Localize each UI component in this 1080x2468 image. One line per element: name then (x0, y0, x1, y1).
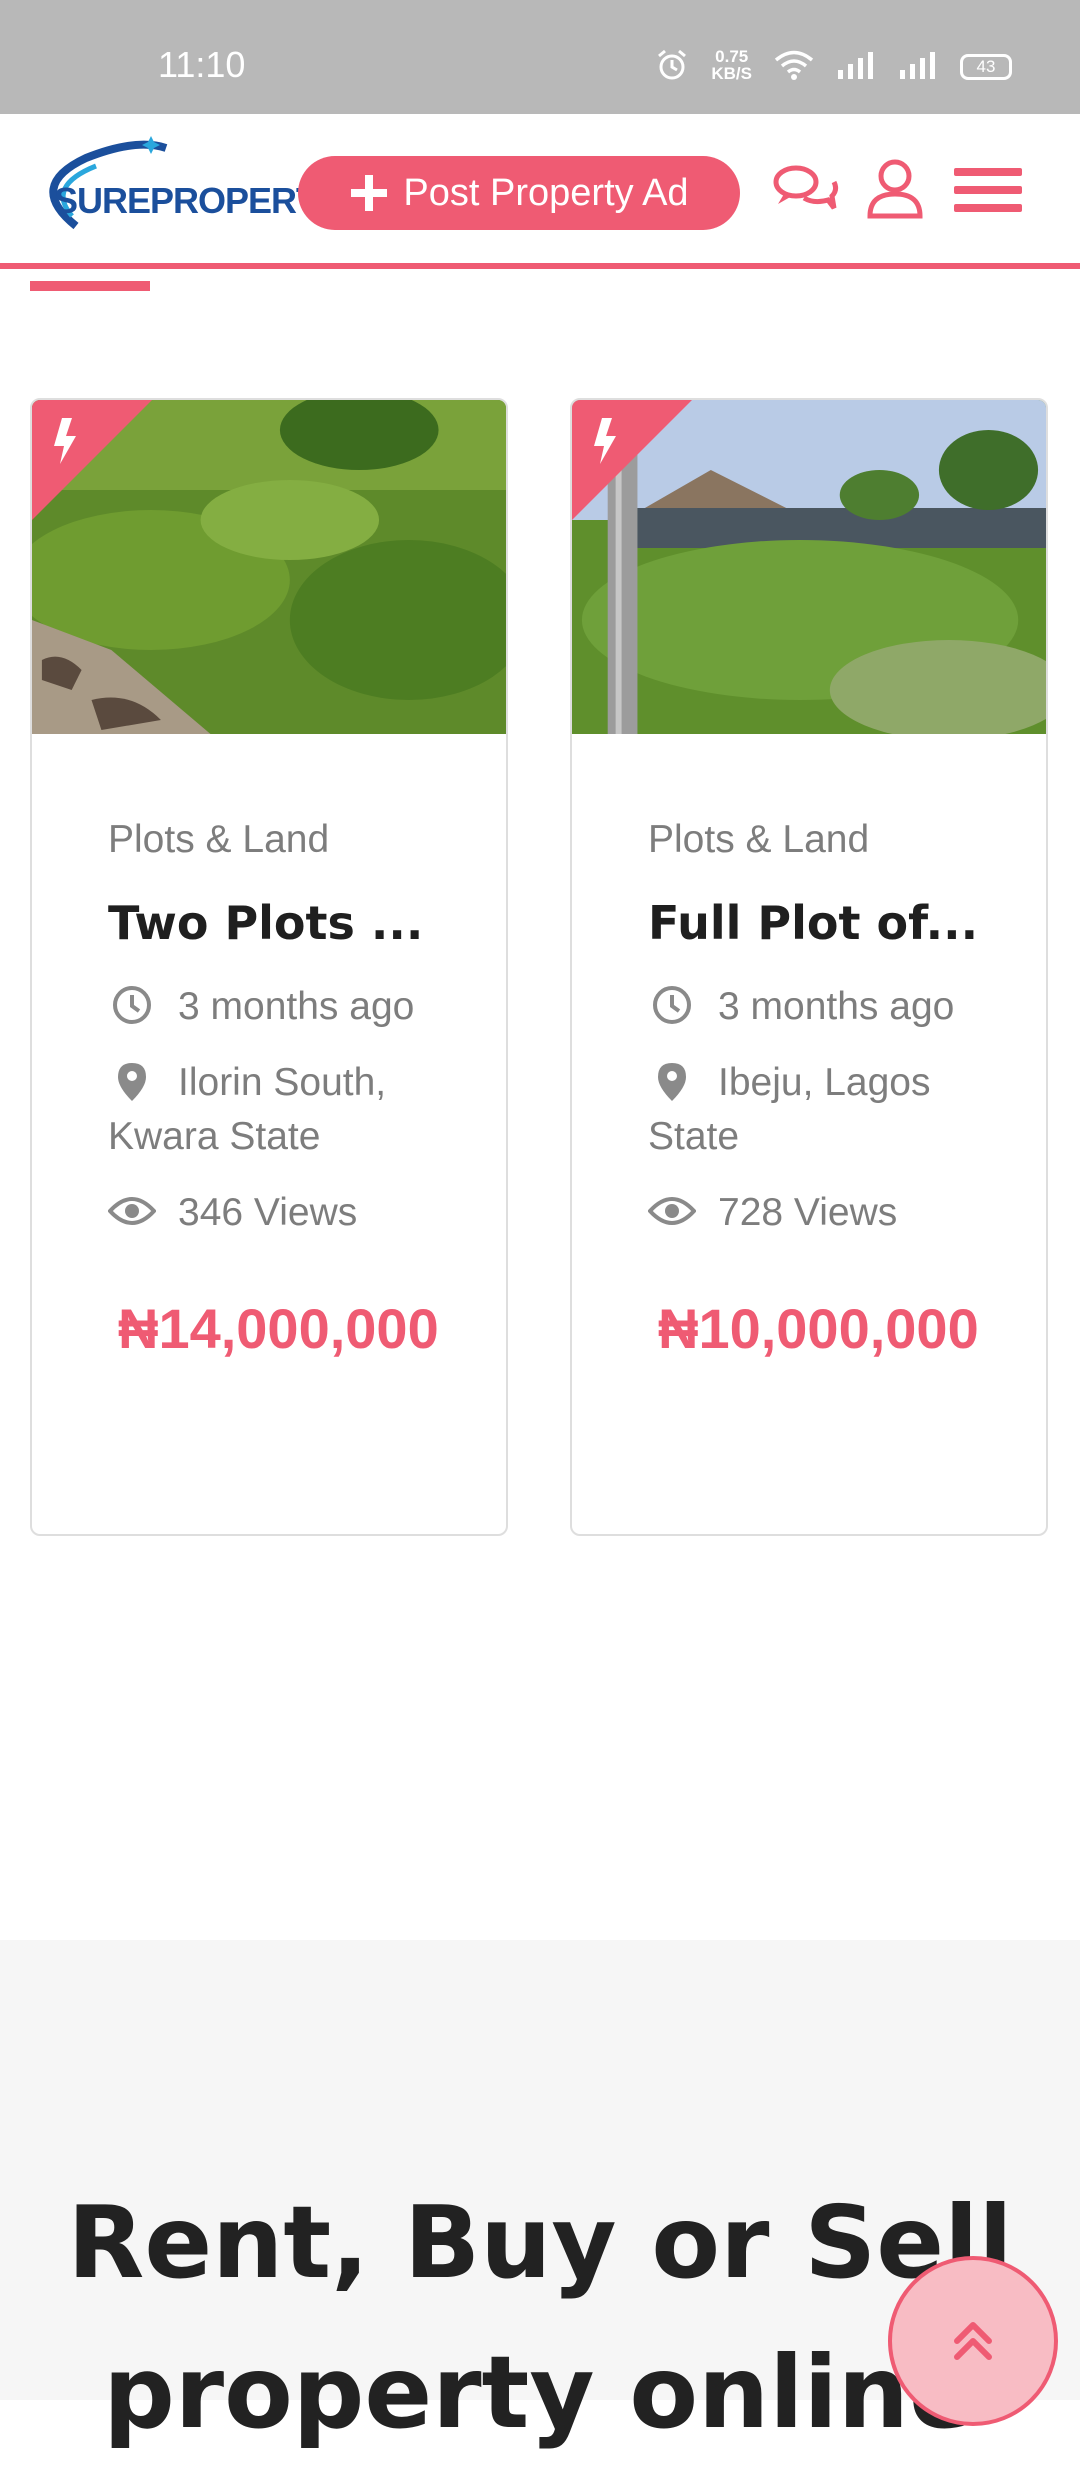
signal-icon (838, 52, 873, 79)
alarm-icon (658, 49, 687, 80)
listing-card[interactable]: Plots & Land Full Plot of... 3 months ag… (570, 398, 1048, 1536)
active-tab-indicator (30, 281, 150, 291)
listing-posted-text: 3 months ago (178, 985, 415, 1028)
eye-icon (108, 1197, 156, 1225)
plus-icon (351, 175, 388, 211)
listing-posted-text: 3 months ago (718, 985, 955, 1028)
listing-category: Plots & Land (108, 818, 330, 861)
scroll-to-top-button[interactable] (888, 2256, 1058, 2426)
clock-icon (113, 986, 151, 1024)
status-bar: 11:10 0.75 KB/S 43 (0, 0, 1080, 114)
listing-views: 346 Views (108, 1186, 468, 1240)
location-pin-icon (118, 1063, 146, 1101)
listing-category: Plots & Land (648, 818, 870, 861)
logo[interactable]: SUREPROPERT (54, 180, 318, 222)
listing-title[interactable]: Two Plots ... (108, 896, 468, 950)
post-property-ad-button[interactable]: Post Property Ad (298, 156, 740, 230)
featured-badge-icon (32, 400, 152, 520)
listing-price: ₦10,000,000 (658, 1297, 979, 1360)
listing-posted: 3 months ago (648, 980, 1008, 1034)
double-chevron-up-icon (954, 2322, 992, 2360)
listing-views-text: 728 Views (718, 1191, 898, 1234)
menu-icon[interactable] (950, 154, 1026, 224)
net-speed-value: 0.75 (715, 47, 749, 66)
user-icon[interactable] (860, 154, 930, 224)
eye-icon (648, 1197, 696, 1225)
listing-views: 728 Views (648, 1186, 1008, 1240)
listing-price: ₦14,000,000 (118, 1297, 439, 1360)
post-property-ad-label: Post Property Ad (403, 171, 689, 214)
battery-indicator: 43 (960, 54, 1012, 80)
listing-title[interactable]: Full Plot of... (648, 896, 1008, 950)
listing-card[interactable]: Plots & Land Two Plots ... 3 months ago … (30, 398, 508, 1536)
listing-posted: 3 months ago (108, 980, 468, 1034)
featured-badge-icon (572, 400, 692, 520)
net-speed: 0.75 KB/S (711, 48, 752, 82)
signal-icon-2 (900, 52, 935, 79)
net-speed-unit: KB/S (711, 64, 752, 83)
listing-location: Ibeju, Lagos State (648, 1056, 1008, 1164)
clock-icon (653, 986, 691, 1024)
location-pin-icon (658, 1063, 686, 1101)
status-time: 11:10 (158, 44, 246, 85)
wifi-icon (774, 50, 814, 80)
listing-views-text: 346 Views (178, 1191, 358, 1234)
chat-icon[interactable] (770, 154, 840, 224)
header-divider (0, 263, 1080, 269)
listing-location: Ilorin South, Kwara State (108, 1056, 468, 1164)
